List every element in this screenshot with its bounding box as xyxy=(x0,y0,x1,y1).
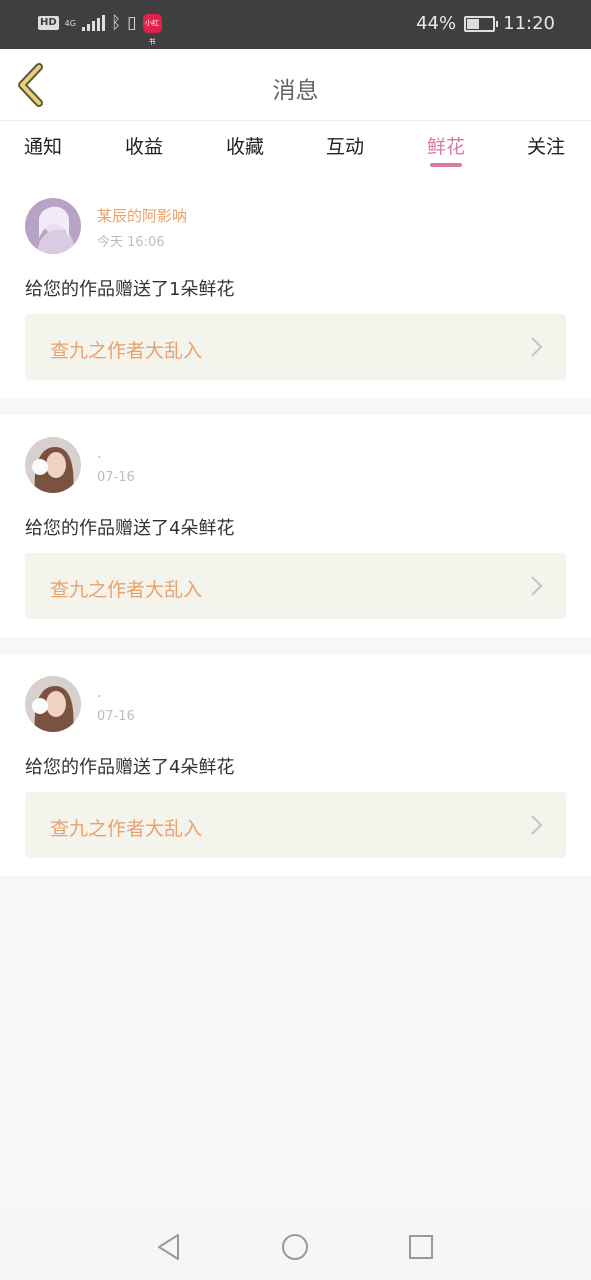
home-circle-icon[interactable] xyxy=(280,1232,310,1262)
message-text: 给您的作品赠送了4朵鲜花 xyxy=(25,518,235,539)
tab-favorites[interactable]: 收藏 xyxy=(226,132,264,159)
vibrate-icon: ▯ xyxy=(127,13,137,33)
work-title: 查九之作者大乱入 xyxy=(50,340,203,362)
message-card: . 07-16 给您的作品赠送了4朵鲜花 查九之作者大乱入 xyxy=(0,415,591,637)
avatar[interactable] xyxy=(25,437,81,493)
app-notification-icon: 小红书 xyxy=(142,13,162,46)
tab-earnings[interactable]: 收益 xyxy=(125,132,163,159)
status-bar: HD 4G ᛒ ▯ 小红书 44% 11:20 xyxy=(0,0,591,49)
work-link[interactable]: 查九之作者大乱入 xyxy=(25,314,566,380)
status-left: HD 4G ᛒ ▯ 小红书 xyxy=(38,13,162,46)
username[interactable]: . xyxy=(97,683,102,701)
chevron-right-icon xyxy=(531,337,543,357)
clock: 11:20 xyxy=(503,13,555,34)
work-link[interactable]: 查九之作者大乱入 xyxy=(25,553,566,619)
username[interactable]: 某辰的阿影呐 xyxy=(97,205,187,226)
app-header: 消息 xyxy=(0,49,591,121)
status-right: 44% 11:20 xyxy=(416,13,555,34)
hd-badge: HD xyxy=(38,16,59,30)
tab-interactions[interactable]: 互动 xyxy=(326,132,364,159)
tab-flowers[interactable]: 鲜花 xyxy=(427,132,465,159)
active-tab-indicator xyxy=(430,163,462,167)
tab-notifications[interactable]: 通知 xyxy=(24,132,62,159)
battery-percent: 44% xyxy=(416,13,457,34)
system-nav-bar xyxy=(0,1212,591,1280)
back-triangle-icon[interactable] xyxy=(154,1232,184,1262)
timestamp: 今天 16:06 xyxy=(97,235,165,250)
work-title: 查九之作者大乱入 xyxy=(50,818,203,840)
message-card: . 07-16 给您的作品赠送了4朵鲜花 查九之作者大乱入 xyxy=(0,654,591,876)
bluetooth-icon: ᛒ xyxy=(110,13,122,33)
recents-square-icon[interactable] xyxy=(406,1232,436,1262)
chevron-right-icon xyxy=(531,576,543,596)
timestamp: 07-16 xyxy=(97,709,135,724)
tab-bar: 通知 收益 收藏 互动 鲜花 关注 xyxy=(0,121,591,176)
message-card: 某辰的阿影呐 今天 16:06 给您的作品赠送了1朵鲜花 查九之作者大乱入 xyxy=(0,176,591,398)
page-title: 消息 xyxy=(272,78,319,104)
network-type: 4G xyxy=(64,18,76,28)
tab-follows[interactable]: 关注 xyxy=(527,132,565,159)
work-title: 查九之作者大乱入 xyxy=(50,579,203,601)
avatar[interactable] xyxy=(25,198,81,254)
username[interactable]: . xyxy=(97,444,102,462)
avatar[interactable] xyxy=(25,676,81,732)
timestamp: 07-16 xyxy=(97,470,135,485)
chevron-right-icon xyxy=(531,815,543,835)
message-text: 给您的作品赠送了4朵鲜花 xyxy=(25,757,235,778)
signal-icon xyxy=(81,15,105,31)
battery-icon xyxy=(464,15,499,32)
work-link[interactable]: 查九之作者大乱入 xyxy=(25,792,566,858)
message-text: 给您的作品赠送了1朵鲜花 xyxy=(25,279,235,300)
